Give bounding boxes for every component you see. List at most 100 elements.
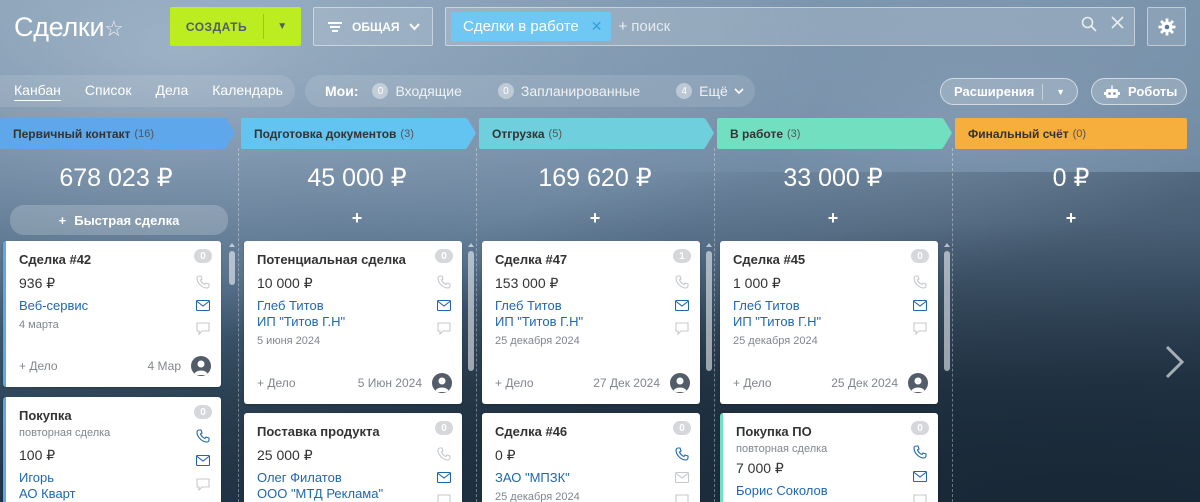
phone-icon[interactable] bbox=[912, 444, 928, 460]
add-activity-link[interactable]: + Дело bbox=[495, 376, 593, 390]
deal-card[interactable]: Покупка ПО повторная сделка 7 000 ₽ Бори… bbox=[720, 413, 938, 502]
scroll-up-icon[interactable] bbox=[229, 243, 235, 247]
deal-contact-link[interactable]: Олег Филатов bbox=[257, 470, 449, 486]
stage-header[interactable]: Подготовка документов (3) bbox=[241, 118, 476, 149]
chat-icon[interactable] bbox=[912, 492, 928, 502]
avatar[interactable] bbox=[670, 373, 690, 393]
deal-title[interactable]: Сделка #46 bbox=[495, 424, 687, 439]
counter-more[interactable]: 4 Ещё bbox=[676, 83, 744, 99]
add-deal-plus-icon[interactable]: + bbox=[955, 208, 1187, 230]
deal-company-link[interactable]: АО Кварт bbox=[19, 486, 208, 502]
view-tab-list[interactable]: Список bbox=[85, 82, 132, 100]
stage-header[interactable]: Первичный контакт (16) bbox=[0, 118, 235, 149]
chat-icon[interactable] bbox=[195, 320, 211, 336]
view-tab-activities[interactable]: Дела bbox=[155, 82, 188, 100]
deal-title[interactable]: Поставка продукта bbox=[257, 424, 449, 439]
settings-gear-icon[interactable] bbox=[1147, 7, 1186, 46]
view-tab-kanban[interactable]: Канбан bbox=[14, 82, 61, 101]
phone-icon[interactable] bbox=[912, 274, 928, 290]
email-icon[interactable] bbox=[436, 469, 452, 485]
deal-title[interactable]: Покупка bbox=[19, 408, 208, 423]
deal-card[interactable]: Сделка #47 153 000 ₽ Глеб Титов ИП "Тито… bbox=[482, 241, 700, 404]
counter-incoming[interactable]: 0 Входящие bbox=[372, 83, 462, 99]
deal-contact-link[interactable]: Игорь bbox=[19, 470, 208, 486]
quick-deal-button[interactable]: + Быстрая сделка bbox=[10, 205, 228, 235]
add-deal-plus-icon[interactable]: + bbox=[717, 208, 949, 230]
scroll-up-icon[interactable] bbox=[706, 243, 712, 247]
favorite-star-icon[interactable]: ☆ bbox=[104, 16, 124, 42]
scroll-right-chevron-icon[interactable] bbox=[1164, 345, 1186, 389]
avatar[interactable] bbox=[908, 373, 928, 393]
email-icon[interactable] bbox=[674, 469, 690, 485]
deal-company-link[interactable]: ИП "Титов Г.Н" bbox=[495, 314, 687, 330]
email-icon[interactable] bbox=[912, 468, 928, 484]
scroll-up-icon[interactable] bbox=[468, 243, 474, 247]
phone-icon[interactable] bbox=[436, 446, 452, 462]
email-icon[interactable] bbox=[674, 297, 690, 313]
chat-icon[interactable] bbox=[436, 492, 452, 502]
deal-card[interactable]: Покупка повторная сделка 100 ₽ Игорь АО … bbox=[3, 397, 221, 502]
stage-header[interactable]: Отгрузка (5) bbox=[479, 118, 714, 149]
add-activity-link[interactable]: + Дело bbox=[257, 376, 358, 390]
column-scrollbar[interactable] bbox=[706, 251, 712, 371]
deal-contact-link[interactable]: Глеб Титов bbox=[257, 298, 449, 314]
avatar[interactable] bbox=[191, 356, 211, 376]
deal-company-link[interactable]: ИП "Титов Г.Н" bbox=[733, 314, 925, 330]
deal-title[interactable]: Покупка ПО bbox=[736, 424, 925, 439]
deal-card[interactable]: Потенциальная сделка 10 000 ₽ Глеб Титов… bbox=[244, 241, 462, 404]
filter-preset-button[interactable]: ОБЩАЯ bbox=[313, 7, 433, 46]
create-button[interactable]: СОЗДАТЬ ▼ bbox=[170, 7, 301, 46]
deal-company-link[interactable]: ООО "МТД Реклама" bbox=[257, 486, 449, 502]
deal-title[interactable]: Сделка #45 bbox=[733, 252, 925, 267]
search-icon[interactable] bbox=[1081, 16, 1097, 32]
view-tab-calendar[interactable]: Календарь bbox=[212, 82, 283, 100]
phone-icon[interactable] bbox=[674, 446, 690, 462]
phone-icon[interactable] bbox=[674, 274, 690, 290]
chevron-down-icon[interactable]: ▼ bbox=[1056, 87, 1065, 97]
extensions-button[interactable]: Расширения ▼ bbox=[940, 78, 1078, 105]
stage-header[interactable]: Финальный счёт (0) bbox=[955, 118, 1187, 149]
deal-title[interactable]: Сделка #42 bbox=[19, 252, 208, 267]
chat-icon[interactable] bbox=[674, 320, 690, 336]
add-filter-plus-icon[interactable]: + bbox=[619, 18, 628, 35]
deal-title[interactable]: Потенциальная сделка bbox=[257, 252, 449, 267]
deal-contact-link[interactable]: Глеб Титов bbox=[495, 298, 687, 314]
chip-close-icon[interactable]: ✕ bbox=[591, 18, 603, 35]
deal-company-link[interactable]: ИП "Титов Г.Н" bbox=[257, 314, 449, 330]
counter-planned[interactable]: 0 Запланированные bbox=[497, 83, 640, 99]
avatar[interactable] bbox=[432, 373, 452, 393]
deal-card[interactable]: Сделка #46 0 ₽ ЗАО "МПЗК" 25 декабря 202… bbox=[482, 413, 700, 502]
column-scrollbar[interactable] bbox=[468, 251, 474, 371]
stage-header[interactable]: В работе (3) bbox=[717, 118, 952, 149]
phone-icon[interactable] bbox=[436, 274, 452, 290]
search-input[interactable]: поиск bbox=[631, 18, 670, 35]
add-deal-plus-icon[interactable]: + bbox=[241, 208, 473, 230]
search-filter-box[interactable]: Сделки в работе ✕ + поиск bbox=[445, 7, 1135, 46]
deal-contact-link[interactable]: Глеб Титов bbox=[733, 298, 925, 314]
scroll-up-icon[interactable] bbox=[944, 243, 950, 247]
chat-icon[interactable] bbox=[436, 320, 452, 336]
email-icon[interactable] bbox=[195, 452, 211, 468]
robots-button[interactable]: Роботы bbox=[1091, 78, 1187, 105]
add-deal-plus-icon[interactable]: + bbox=[479, 208, 711, 230]
deal-contact-link[interactable]: Веб-сервис bbox=[19, 298, 208, 314]
email-icon[interactable] bbox=[195, 297, 211, 313]
deal-title[interactable]: Сделка #47 bbox=[495, 252, 687, 267]
column-scrollbar[interactable] bbox=[229, 251, 235, 285]
deal-card[interactable]: Поставка продукта 25 000 ₽ Олег Филатов … bbox=[244, 413, 462, 502]
filter-chip[interactable]: Сделки в работе ✕ bbox=[451, 12, 611, 41]
add-activity-link[interactable]: + Дело bbox=[733, 376, 831, 390]
clear-search-icon[interactable] bbox=[1111, 16, 1124, 29]
create-dropdown-chevron-icon[interactable]: ▼ bbox=[264, 7, 301, 46]
column-scrollbar[interactable] bbox=[944, 251, 950, 371]
chat-icon[interactable] bbox=[674, 492, 690, 502]
email-icon[interactable] bbox=[436, 297, 452, 313]
deal-card[interactable]: Сделка #45 1 000 ₽ Глеб Титов ИП "Титов … bbox=[720, 241, 938, 404]
add-activity-link[interactable]: + Дело bbox=[19, 359, 148, 373]
deal-company-link[interactable]: ЗАО "МПЗК" bbox=[495, 470, 687, 486]
email-icon[interactable] bbox=[912, 297, 928, 313]
phone-icon[interactable] bbox=[195, 428, 211, 444]
chat-icon[interactable] bbox=[195, 476, 211, 492]
chat-icon[interactable] bbox=[912, 320, 928, 336]
deal-contact-link[interactable]: Борис Соколов bbox=[736, 483, 925, 499]
